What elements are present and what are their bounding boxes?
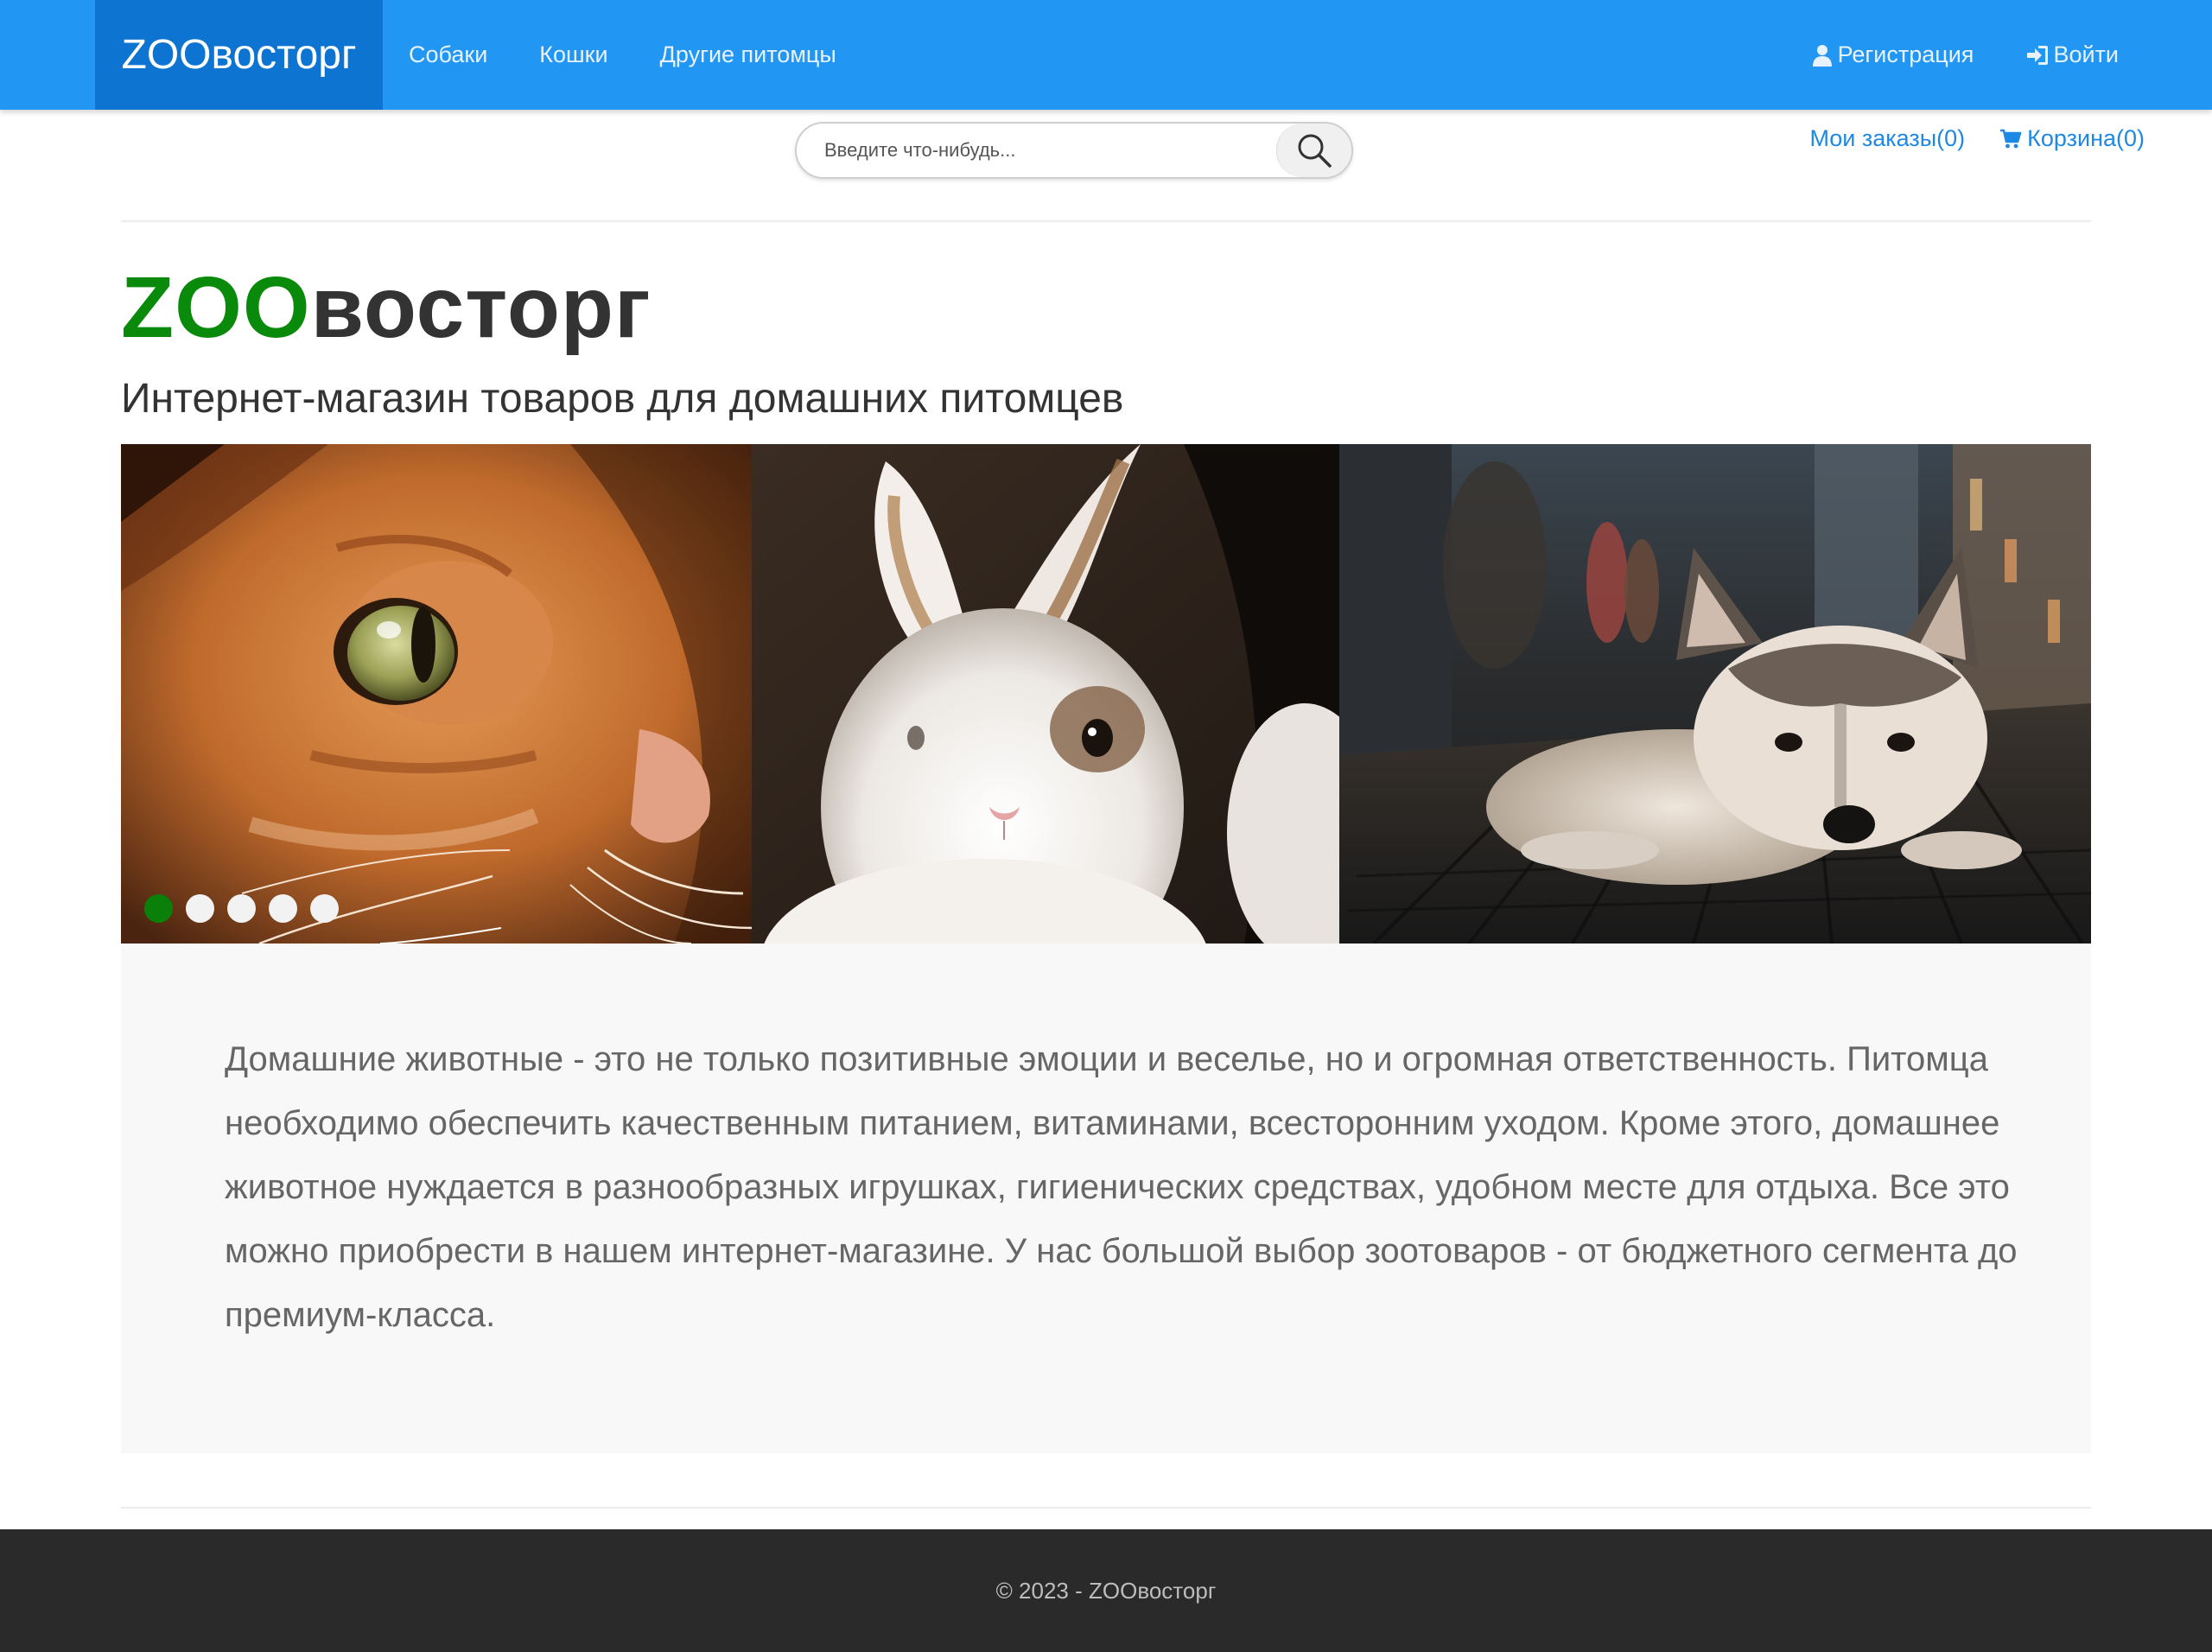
title-rest: восторг	[310, 259, 652, 356]
divider	[121, 1507, 2091, 1509]
carousel-dot-4[interactable]	[269, 894, 297, 923]
description-panel: Домашние животные - это не только позити…	[121, 944, 2091, 1453]
top-navbar: ZOOвосторг Собаки Кошки Другие питомцы Р…	[0, 0, 2212, 110]
carousel-dot-5[interactable]	[310, 894, 339, 923]
shopping-cart-icon	[2000, 129, 2022, 148]
account-nav: Регистрация Войти	[1784, 0, 2145, 110]
register-link[interactable]: Регистрация	[1784, 0, 2000, 110]
cat-photo	[121, 444, 753, 944]
search-bar	[795, 122, 1353, 179]
nav-link-other-pets[interactable]: Другие питомцы	[634, 0, 862, 110]
cart-link[interactable]: Корзина(0)	[1999, 125, 2145, 152]
main-nav: Собаки Кошки Другие питомцы	[383, 0, 862, 110]
nav-link-cats[interactable]: Кошки	[513, 0, 633, 110]
carousel-slide	[121, 444, 2091, 944]
copyright-text: © 2023 - ZOOвосторг	[995, 1577, 1217, 1604]
footer: © 2023 - ZOOвосторг	[0, 1529, 2212, 1652]
title-accent: ZOO	[121, 259, 311, 356]
search-button[interactable]	[1276, 124, 1351, 177]
carousel-dot-2[interactable]	[186, 894, 214, 923]
nav-link-dogs[interactable]: Собаки	[383, 0, 513, 110]
rabbit-photo	[752, 444, 1382, 944]
search-input[interactable]	[797, 124, 1281, 177]
login-label: Войти	[2053, 41, 2119, 67]
brand-logo-link[interactable]: ZOOвосторг	[95, 0, 383, 110]
cart-label: Корзина(0)	[2027, 125, 2145, 151]
sign-in-icon	[2027, 45, 2049, 65]
register-label: Регистрация	[1837, 41, 1974, 67]
page-subtitle: Интернет-магазин товаров для домашних пи…	[121, 376, 1124, 422]
description-text: Домашние животные - это не только позити…	[225, 1040, 2018, 1334]
my-orders-link[interactable]: Мои заказы(0)	[1809, 125, 1965, 152]
divider	[121, 220, 2091, 222]
carousel-dot-1[interactable]	[144, 894, 173, 923]
search-icon	[1298, 134, 1332, 168]
image-carousel[interactable]	[121, 444, 2091, 944]
user-icon	[1812, 44, 1832, 67]
page-title: ZOOвосторг	[121, 256, 652, 359]
carousel-indicators	[144, 894, 339, 923]
user-links: Мои заказы(0) Корзина(0)	[1809, 125, 2145, 152]
husky-photo	[1339, 444, 2091, 944]
login-link[interactable]: Войти	[1999, 0, 2145, 110]
carousel-dot-3[interactable]	[227, 894, 256, 923]
